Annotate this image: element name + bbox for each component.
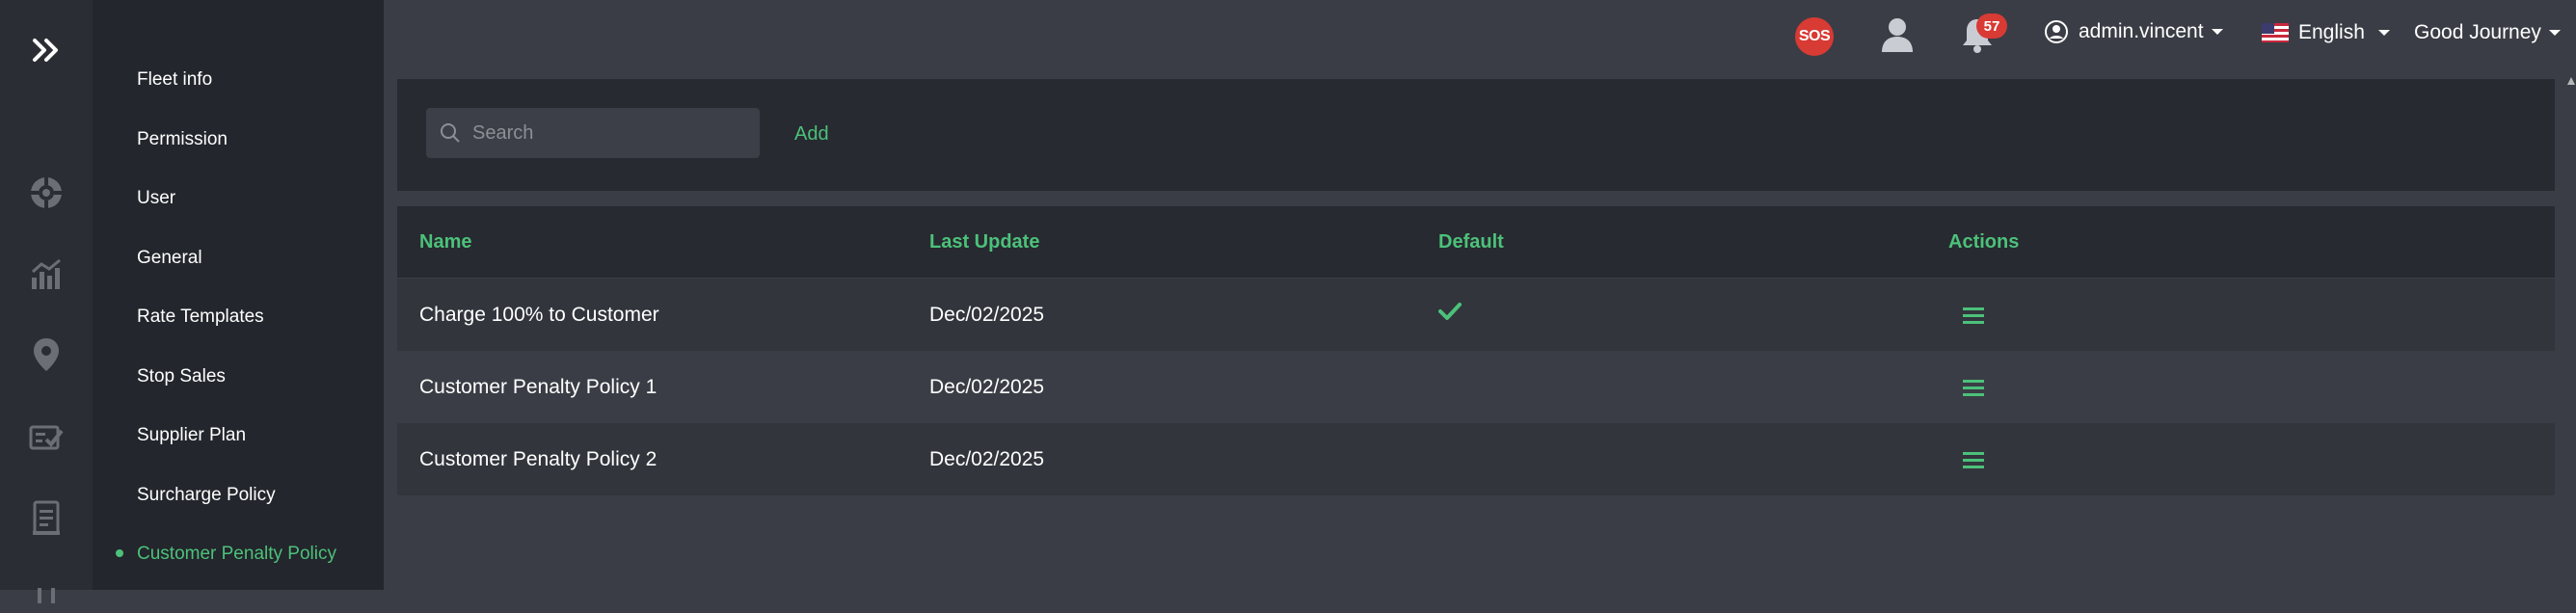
account-menu[interactable]: admin.vincent xyxy=(2044,19,2223,44)
search-icon xyxy=(441,123,460,143)
add-button[interactable]: Add xyxy=(794,123,829,146)
column-header-actions: Actions xyxy=(1948,231,2020,253)
row-name: Customer Penalty Policy 1 xyxy=(419,376,657,398)
chevron-down-icon xyxy=(2548,30,2561,36)
sos-button[interactable]: SOS xyxy=(1795,17,1834,56)
table-row[interactable]: Customer Penalty Policy 1 Dec/02/2025 xyxy=(397,351,2555,423)
table-row[interactable]: Charge 100% to Customer Dec/02/2025 xyxy=(397,279,2555,351)
sidebar-item-customer-penalty-policy[interactable]: Customer Penalty Policy xyxy=(137,543,336,566)
icon-rail xyxy=(0,0,93,603)
table-header: Name Last Update Default Actions xyxy=(397,206,2555,278)
language-selector[interactable]: English xyxy=(2262,21,2390,44)
company-label: Good Journey xyxy=(2414,21,2541,43)
row-last-update: Dec/02/2025 xyxy=(929,304,1045,326)
document-icon[interactable] xyxy=(27,499,66,538)
vertical-scrollbar[interactable] xyxy=(2566,77,2576,590)
sidebar-item-supplier-plan[interactable]: Supplier Plan xyxy=(137,424,246,447)
more-icon[interactable] xyxy=(27,574,66,613)
chevron-down-icon xyxy=(2211,29,2223,35)
chevron-down-icon xyxy=(2377,30,2390,36)
account-name: admin.vincent xyxy=(2079,20,2204,42)
sidebar: Fleet info Permission User General Rate … xyxy=(93,0,384,590)
analytics-icon[interactable] xyxy=(27,254,66,293)
row-actions-menu-icon[interactable] xyxy=(1963,450,1984,474)
sidebar-item-stop-sales[interactable]: Stop Sales xyxy=(137,365,226,388)
search-box xyxy=(426,108,760,158)
row-last-update: Dec/02/2025 xyxy=(929,448,1045,470)
sidebar-item-permission[interactable]: Permission xyxy=(137,128,228,151)
sidebar-item-fleet-info[interactable]: Fleet info xyxy=(137,68,212,92)
row-name: Customer Penalty Policy 2 xyxy=(419,448,657,470)
row-last-update: Dec/02/2025 xyxy=(929,376,1045,398)
notification-count-badge: 57 xyxy=(1976,13,2007,39)
default-check-icon xyxy=(1438,302,1462,326)
tasks-icon[interactable] xyxy=(27,418,66,457)
us-flag-icon xyxy=(2262,23,2289,42)
toolbar-panel: Add xyxy=(397,79,2555,191)
row-actions-menu-icon[interactable] xyxy=(1963,306,1984,330)
account-circle-icon xyxy=(2045,20,2068,43)
sidebar-item-rate-templates[interactable]: Rate Templates xyxy=(137,306,264,329)
company-selector[interactable]: Good Journey xyxy=(2414,21,2561,44)
support-icon[interactable] xyxy=(27,173,66,212)
row-actions-menu-icon[interactable] xyxy=(1963,378,1984,402)
column-header-default[interactable]: Default xyxy=(1438,231,1504,253)
table-row[interactable]: Customer Penalty Policy 2 Dec/02/2025 xyxy=(397,423,2555,495)
active-indicator-dot xyxy=(116,549,123,557)
location-icon[interactable] xyxy=(27,335,66,374)
expand-icon[interactable] xyxy=(27,31,66,69)
sidebar-item-user[interactable]: User xyxy=(137,187,175,210)
column-header-name[interactable]: Name xyxy=(419,231,471,253)
column-header-last-update[interactable]: Last Update xyxy=(929,231,1039,253)
search-input[interactable] xyxy=(470,120,744,146)
sidebar-item-surcharge-policy[interactable]: Surcharge Policy xyxy=(137,484,276,507)
sidebar-item-general[interactable]: General xyxy=(137,247,202,270)
user-icon[interactable] xyxy=(1880,15,1915,59)
row-name: Charge 100% to Customer xyxy=(419,304,659,326)
language-label: English xyxy=(2298,21,2365,43)
scroll-up-arrow-icon[interactable] xyxy=(2567,77,2575,85)
